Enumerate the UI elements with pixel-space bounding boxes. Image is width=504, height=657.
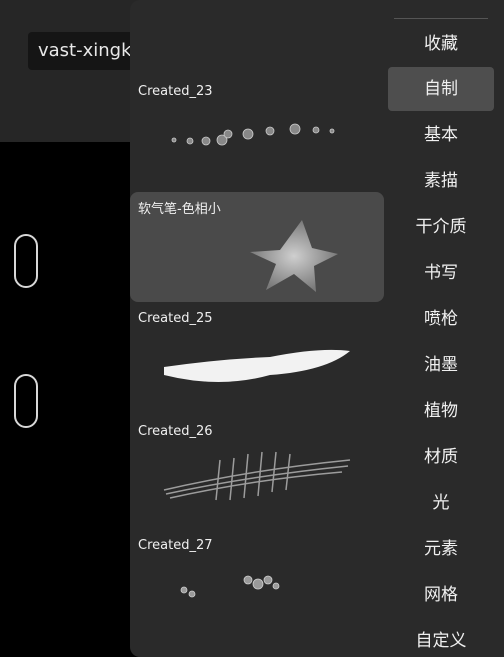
- category-favorites[interactable]: 收藏: [388, 22, 494, 66]
- brush-name: Created_23: [138, 84, 213, 99]
- brush-item[interactable]: Created_25: [130, 305, 384, 415]
- brush-item[interactable]: Created_26: [130, 418, 384, 528]
- brush-name: Created_27: [138, 538, 213, 553]
- category-grid[interactable]: 网格: [388, 573, 494, 617]
- category-elements[interactable]: 元素: [388, 527, 494, 571]
- category-writing[interactable]: 书写: [388, 251, 494, 295]
- category-basic[interactable]: 基本: [388, 113, 494, 157]
- brush-preview: [164, 349, 350, 382]
- category-light[interactable]: 光: [388, 481, 494, 525]
- category-list: 收藏 自制 基本 素描 干介质 书写 喷枪 油墨 植物 材质 光 元素 网格 自…: [384, 0, 504, 657]
- brush-item[interactable]: Created_27: [130, 532, 384, 642]
- category-ink[interactable]: 油墨: [388, 343, 494, 387]
- opacity-slider-handle[interactable]: [14, 374, 38, 428]
- category-texture[interactable]: 材质: [388, 435, 494, 479]
- brush-library-panel: Created_23 软气笔-色相小 Created_25 Created_26…: [130, 0, 504, 657]
- brush-name: Created_26: [138, 424, 213, 439]
- category-airbrush[interactable]: 喷枪: [388, 297, 494, 341]
- brush-preview: [180, 575, 280, 598]
- brush-item-selected[interactable]: 软气笔-色相小: [130, 192, 384, 302]
- brush-preview: [171, 123, 335, 146]
- brush-name: Created_25: [138, 311, 213, 326]
- category-dry-media[interactable]: 干介质: [388, 205, 494, 249]
- category-custom[interactable]: 自制: [388, 67, 494, 111]
- size-slider-handle[interactable]: [14, 234, 38, 288]
- category-divider: [394, 18, 488, 19]
- category-sketch[interactable]: 素描: [388, 159, 494, 203]
- category-plants[interactable]: 植物: [388, 389, 494, 433]
- brush-list: Created_23 软气笔-色相小 Created_25 Created_26…: [130, 0, 384, 657]
- category-user-defined[interactable]: 自定义: [388, 619, 494, 657]
- brush-preview: [250, 220, 338, 292]
- brush-preview: [163, 451, 351, 501]
- brush-item[interactable]: Created_23: [130, 78, 384, 188]
